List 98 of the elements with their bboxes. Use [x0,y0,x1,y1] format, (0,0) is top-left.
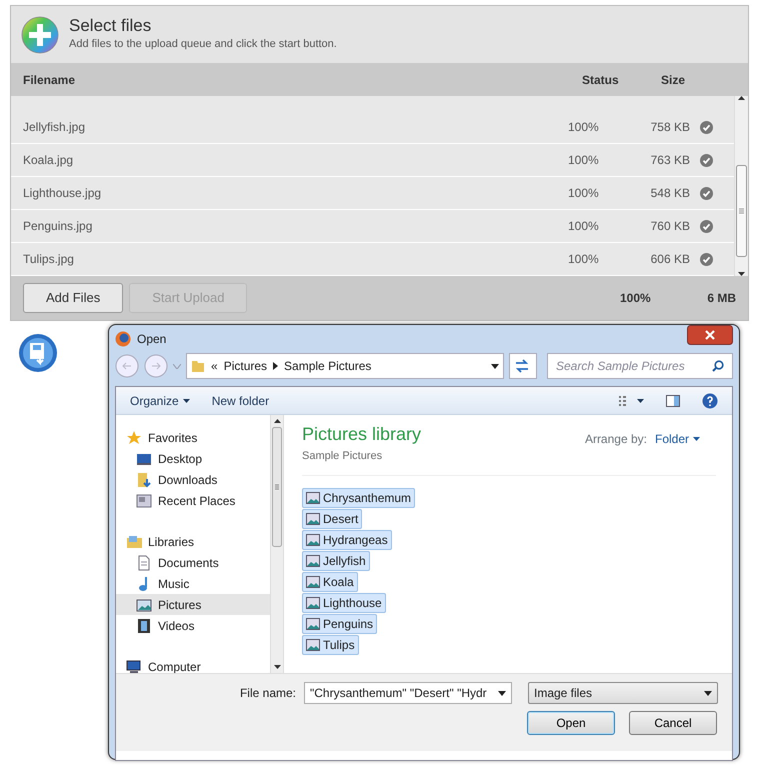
file-name: Koala.jpg [23,152,74,169]
new-folder-button[interactable]: New folder [212,392,270,410]
caret-icon[interactable] [491,364,499,368]
image-icon [306,638,320,650]
search-icon [712,360,724,372]
status-text: 100% [568,218,600,235]
scrollbar-thumb[interactable] [272,427,282,547]
nav-item[interactable]: Recent Places [116,490,270,511]
file-item[interactable]: Tulips [302,634,359,654]
downloads-icon [136,472,152,488]
file-item[interactable]: Hydrangeas [302,530,392,550]
file-size: 760 KB [650,218,690,235]
column-header: Size [660,72,686,88]
column-header: Status [582,72,620,88]
nav-item[interactable]: Libraries [116,531,270,552]
nav-item[interactable]: Desktop [116,448,270,469]
check-icon [700,154,713,166]
status-text: 100% [568,152,600,169]
views-icon[interactable] [618,394,644,406]
panel-subtitle: Add files to the upload queue and click the start button. [69,37,337,52]
preview-pane-icon[interactable] [666,394,680,406]
arrange-label: Arrange by: [584,430,647,448]
folder-icon [191,359,205,373]
file-size: 758 KB [650,119,690,136]
close-icon[interactable] [687,325,733,345]
image-icon [306,618,320,630]
add-icon [21,16,59,54]
app-icon [115,331,131,347]
pictures-icon [136,596,152,612]
file-size: 606 KB [650,251,690,268]
document-icon [136,554,152,570]
refresh-icon[interactable] [514,359,530,373]
add-files-button[interactable]: Add Files [23,283,124,313]
nav-item-selected[interactable]: Pictures [116,594,270,615]
caret-icon [498,690,506,696]
image-icon [306,512,320,524]
image-icon [306,554,320,566]
scrollbar-thumb[interactable] [736,165,747,257]
file-name-label: File name: [240,685,296,702]
total-size: 6 MB [706,290,736,307]
file-type-dropdown[interactable]: Image files [528,682,718,704]
search-placeholder: Search Sample Pictures [556,358,686,375]
file-size: 548 KB [650,185,690,202]
status-text: 100% [568,119,600,136]
nav-item[interactable]: Music [116,573,270,594]
help-icon[interactable] [702,392,718,408]
caret-icon [704,690,712,696]
cancel-button[interactable]: Cancel [629,711,717,735]
file-item[interactable]: Penguins [302,614,378,634]
dialog-title: Open [137,331,168,348]
nav-item[interactable]: Favorites [116,427,270,448]
nav-item[interactable]: Downloads [116,469,270,490]
file-size: 763 KB [650,152,690,169]
status-text: 100% [568,185,600,202]
star-icon [126,430,142,446]
file-name: Penguins.jpg [23,218,94,235]
check-icon [700,252,713,266]
image-icon [306,576,320,588]
library-title: Pictures library [302,423,422,446]
path-prefix: « [211,358,218,375]
status-text: 100% [568,251,600,268]
image-icon [306,596,320,608]
breadcrumb-item[interactable]: Pictures [224,357,268,375]
videos-icon [136,618,152,634]
organize-menu[interactable]: Organize [130,392,179,410]
caret-icon [693,436,700,441]
check-icon [700,120,713,134]
nav-item[interactable]: Computer [116,656,270,673]
arrange-dropdown[interactable]: Folder [654,430,700,448]
computer-icon [126,658,142,673]
file-item[interactable]: Chrysanthemum [302,488,416,508]
scroll-down-icon[interactable] [274,665,280,669]
breadcrumb-item[interactable]: Sample Pictures [284,357,372,375]
column-header: Filename [23,72,76,88]
image-icon [306,534,320,546]
panel-title: Select files [69,16,152,36]
nav-item[interactable]: Videos [116,615,270,636]
total-status: 100% [620,290,652,307]
file-name: Jellyfish.jpg [23,119,86,136]
scroll-up-icon[interactable] [274,419,280,423]
caret-icon[interactable] [182,398,190,402]
library-subtitle: Sample Pictures [302,449,384,464]
library-icon [126,534,142,550]
open-button[interactable]: Open [527,711,615,735]
file-name-field[interactable]: "Chrysanthemum" "Desert" "Hydr [304,682,512,704]
file-item[interactable]: Jellyfish [302,550,370,570]
file-name: Lighthouse.jpg [23,185,102,202]
image-icon [306,492,320,504]
nav-item[interactable]: Documents [116,552,270,573]
file-item[interactable]: Desert [302,508,362,528]
check-icon [700,186,713,200]
chevron-icon [273,362,278,370]
check-icon [700,220,713,232]
disk-icon [18,333,58,373]
file-name: Tulips.jpg [23,251,75,268]
file-item[interactable]: Koala [302,572,358,592]
recent-icon [136,492,152,508]
file-item[interactable]: Lighthouse [302,592,386,612]
